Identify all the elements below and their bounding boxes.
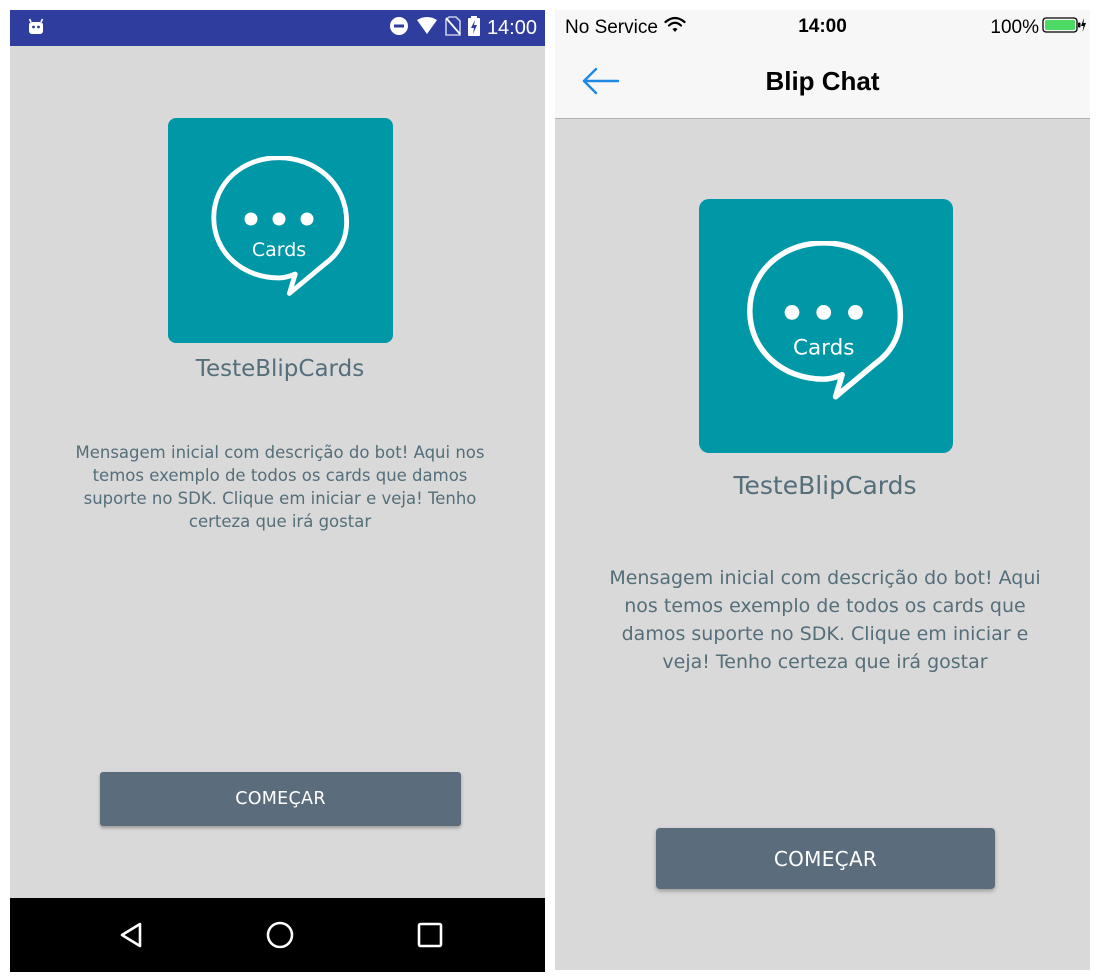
do-not-disturb-icon xyxy=(389,16,409,41)
android-status-icons: 14:00 xyxy=(389,10,537,46)
battery-status: 100% xyxy=(990,16,1086,40)
bot-name: TesteBlipCards xyxy=(195,356,365,382)
bot-description: Mensagem inicial com descrição do bot! A… xyxy=(609,567,1041,673)
chat-bubble-icon: Cards xyxy=(210,155,349,296)
ios-status-bar: No Service 14:00 100% xyxy=(555,10,1090,46)
android-status-time: 14:00 xyxy=(486,16,537,39)
battery-percent: 100% xyxy=(990,17,1039,38)
logo-label: Cards xyxy=(251,239,305,261)
chat-bubble-icon: Cards xyxy=(747,241,904,400)
android-robot-icon xyxy=(28,18,44,41)
battery-charging-icon xyxy=(467,15,480,41)
ios-nav-bar: Blip Chat xyxy=(555,46,1090,119)
recents-icon[interactable] xyxy=(414,919,446,951)
android-nav-bar xyxy=(10,898,545,972)
android-status-bar: 14:00 xyxy=(10,10,545,46)
android-screen: 14:00 Cards TesteBlipCards Mensagem inic… xyxy=(10,10,545,972)
bot-name: TesteBlipCards xyxy=(733,471,917,500)
bot-description: Mensagem inicial com descrição do bot! A… xyxy=(75,443,485,531)
ios-screen: No Service 14:00 100% Blip Chat Cards Te… xyxy=(555,10,1090,970)
no-sim-icon xyxy=(445,15,461,41)
start-button[interactable]: COMEÇAR xyxy=(656,828,995,889)
home-icon[interactable] xyxy=(264,919,296,951)
logo-label: Cards xyxy=(793,335,855,360)
bot-logo: Cards xyxy=(168,118,393,343)
start-button[interactable]: COMEÇAR xyxy=(100,772,461,826)
back-icon[interactable] xyxy=(115,919,147,951)
battery-icon xyxy=(1042,16,1086,40)
bot-logo: Cards xyxy=(699,199,953,453)
nav-title: Blip Chat xyxy=(765,66,880,96)
wifi-icon xyxy=(416,16,438,40)
